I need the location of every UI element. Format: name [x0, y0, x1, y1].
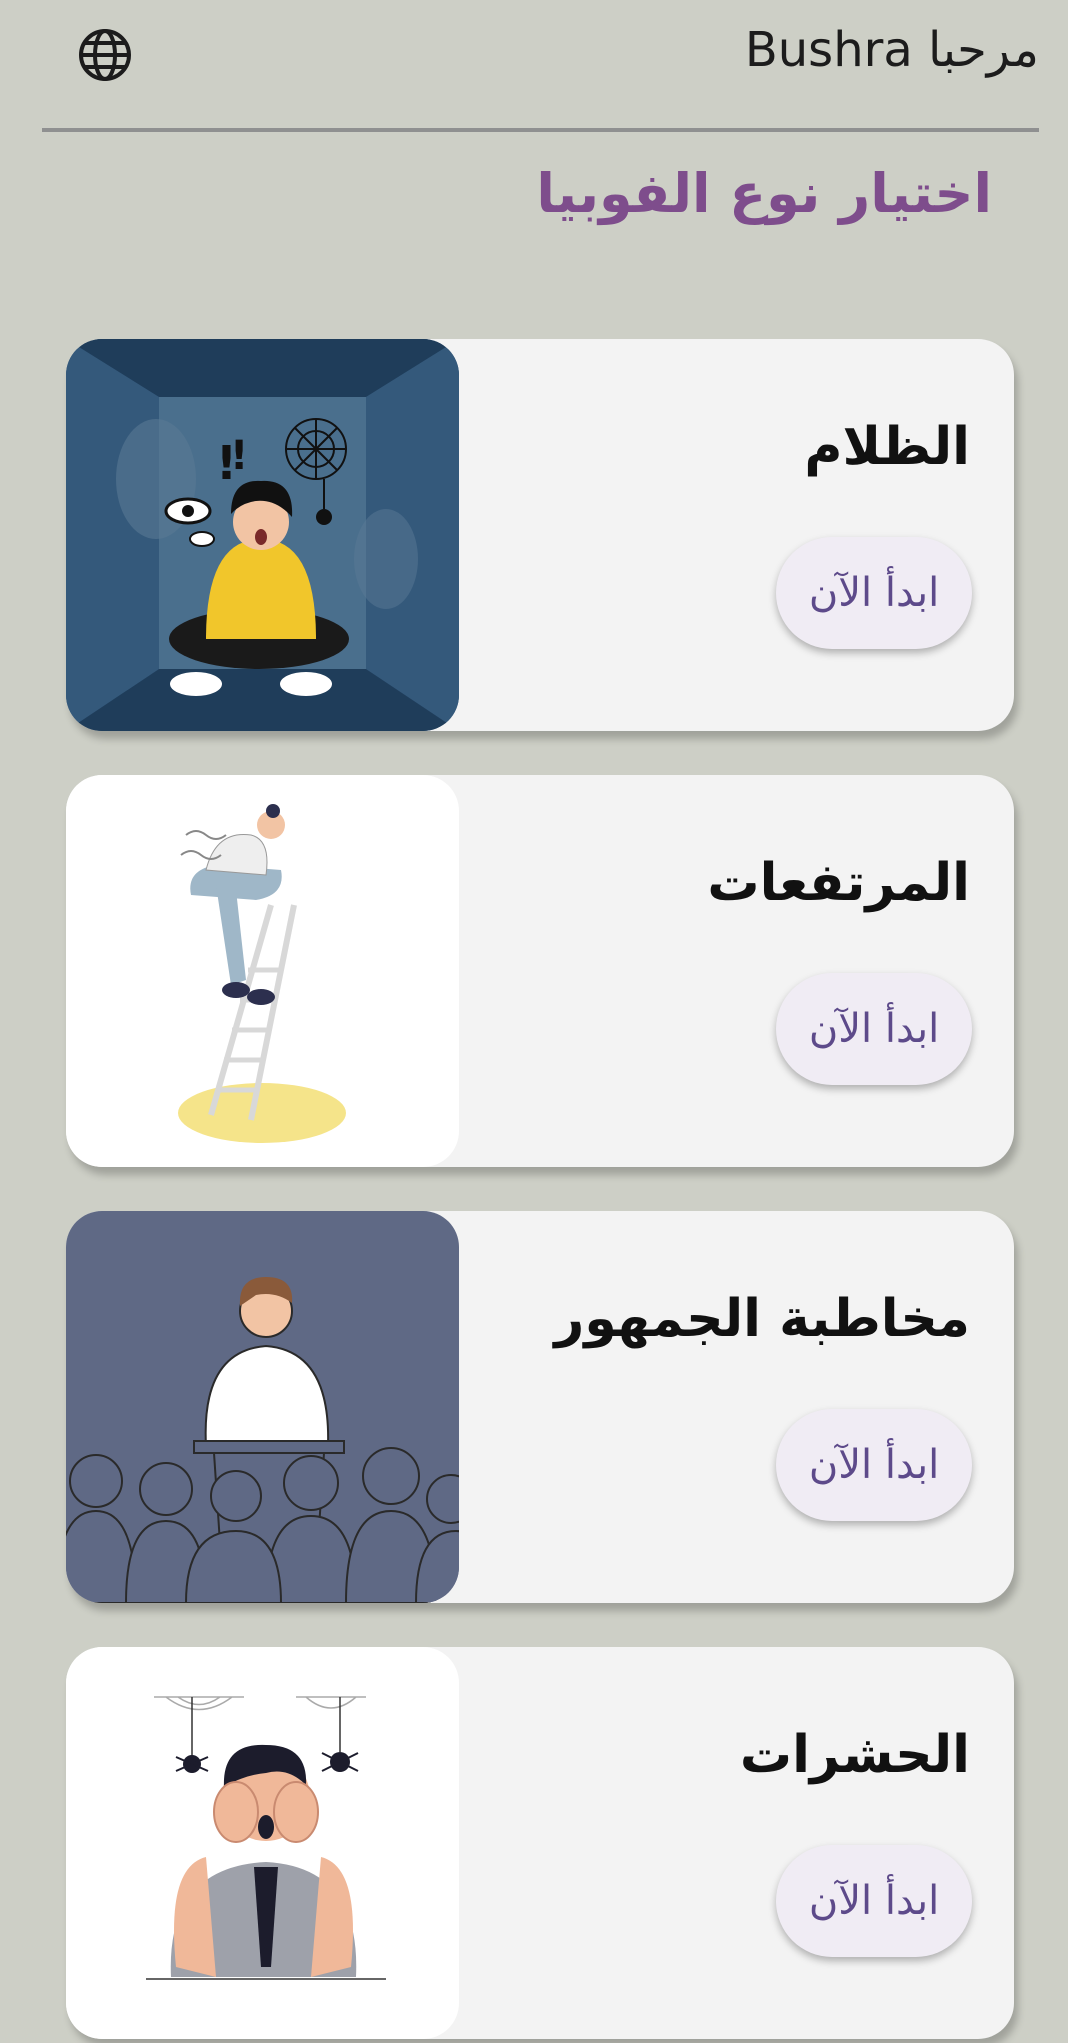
- darkness-illustration: ! !: [66, 339, 459, 731]
- start-now-button[interactable]: ابدأ الآن: [776, 1845, 972, 1957]
- phobia-card-insects[interactable]: الحشرات ابدأ الآن: [66, 1647, 1014, 2039]
- header-divider: [42, 128, 1039, 132]
- insects-illustration: [66, 1647, 459, 2039]
- start-now-button[interactable]: ابدأ الآن: [776, 973, 972, 1085]
- phobia-title: الظلام: [804, 417, 970, 477]
- phobia-card-darkness[interactable]: ! ! الظلام ابدأ الآن: [66, 339, 1014, 731]
- public-speaking-illustration: [66, 1211, 459, 1603]
- phobia-title: الحشرات: [739, 1725, 970, 1785]
- phobia-title: مخاطبة الجمهور: [554, 1289, 970, 1349]
- phobia-card-heights[interactable]: المرتفعات ابدأ الآن: [66, 775, 1014, 1167]
- start-now-button[interactable]: ابدأ الآن: [776, 537, 972, 649]
- svg-text:!: !: [230, 433, 248, 479]
- globe-icon[interactable]: [76, 26, 134, 84]
- page-title: اختيار نوع الفوبيا: [536, 162, 992, 225]
- start-now-button[interactable]: ابدأ الآن: [776, 1409, 972, 1521]
- greeting-text: مرحبا Bushra: [744, 22, 1039, 78]
- app-header: مرحبا Bushra: [0, 0, 1068, 128]
- heights-illustration: [66, 775, 459, 1167]
- phobia-card-public-speaking[interactable]: مخاطبة الجمهور ابدأ الآن: [66, 1211, 1014, 1603]
- phobia-title: المرتفعات: [707, 853, 970, 913]
